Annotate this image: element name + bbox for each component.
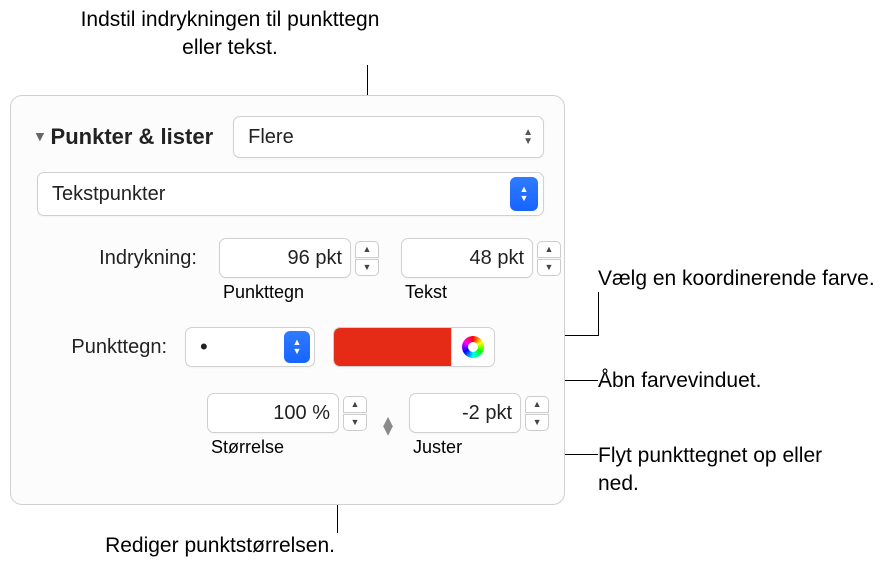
callout-line (598, 292, 599, 335)
callout-indent: Indstil indrykningen til punkttegn eller… (65, 6, 395, 63)
indent-bullet-sublabel: Punkttegn (219, 282, 379, 303)
list-style-popup[interactable]: Flere ▲▼ (233, 116, 544, 158)
bullet-type-value: Tekstpunkter (52, 183, 165, 206)
callout-align: Flyt punkttegnet op eller ned. (598, 442, 828, 499)
stepper-down-icon[interactable]: ▼ (537, 259, 561, 276)
stepper-up-icon[interactable]: ▲ (537, 241, 561, 258)
select-arrows-icon: ▲▼ (284, 331, 310, 363)
align-sublabel: Juster (409, 437, 549, 458)
stepper-down-icon[interactable]: ▼ (343, 414, 367, 431)
bullets-panel: ▸ Punkter & lister Flere ▲▼ Tekstpunkter… (10, 95, 565, 505)
section-disclosure[interactable]: ▸ Punkter & lister (37, 124, 213, 150)
bullet-glyph-value: • (200, 336, 208, 358)
bullet-color-swatch[interactable] (334, 328, 452, 366)
indent-text-stepper[interactable]: 48 pkt ▲ ▼ (401, 238, 561, 278)
select-arrows-icon: ▲▼ (510, 177, 538, 211)
callout-color-swatch: Vælg en koordinerende farve. (598, 265, 878, 293)
chevron-down-icon: ▸ (32, 133, 50, 141)
bullet-size-value[interactable]: 100 % (207, 393, 339, 433)
bullet-type-select[interactable]: Tekstpunkter ▲▼ (37, 172, 544, 216)
callout-size: Rediger punktstørrelsen. (0, 532, 335, 560)
stepper-down-icon[interactable]: ▼ (355, 259, 379, 276)
popup-arrows-icon: ▲▼ (523, 129, 533, 145)
section-title: Punkter & lister (51, 124, 214, 150)
stepper-buttons[interactable]: ▲ ▼ (537, 238, 561, 278)
align-updown-icon: ▴▾ (383, 417, 393, 435)
indent-text-sublabel: Tekst (401, 282, 561, 303)
bullet-size-stepper[interactable]: 100 % ▲ ▼ (207, 393, 367, 433)
stepper-down-icon[interactable]: ▼ (525, 414, 549, 431)
stepper-buttons[interactable]: ▲ ▼ (525, 393, 549, 433)
size-sublabel: Størrelse (207, 437, 367, 458)
bullet-color-control (333, 327, 495, 367)
color-wheel-button[interactable] (452, 328, 494, 366)
list-style-value: Flere (248, 126, 294, 149)
stepper-up-icon[interactable]: ▲ (355, 241, 379, 258)
callout-color-wheel: Åbn farvevinduet. (598, 367, 761, 395)
stepper-buttons[interactable]: ▲ ▼ (343, 393, 367, 433)
color-wheel-icon (462, 336, 484, 358)
bullet-align-value[interactable]: -2 pkt (409, 393, 521, 433)
bullet-glyph-label: Punkttegn: (37, 336, 167, 359)
indent-bullet-value[interactable]: 96 pkt (219, 238, 351, 278)
stepper-up-icon[interactable]: ▲ (525, 396, 549, 413)
indent-bullet-stepper[interactable]: 96 pkt ▲ ▼ (219, 238, 379, 278)
indent-label: Indrykning: (37, 247, 197, 270)
stepper-buttons[interactable]: ▲ ▼ (355, 238, 379, 278)
indent-text-value[interactable]: 48 pkt (401, 238, 533, 278)
bullet-align-stepper[interactable]: -2 pkt ▲ ▼ (409, 393, 549, 433)
bullet-glyph-select[interactable]: • ▲▼ (185, 327, 315, 367)
stepper-up-icon[interactable]: ▲ (343, 396, 367, 413)
